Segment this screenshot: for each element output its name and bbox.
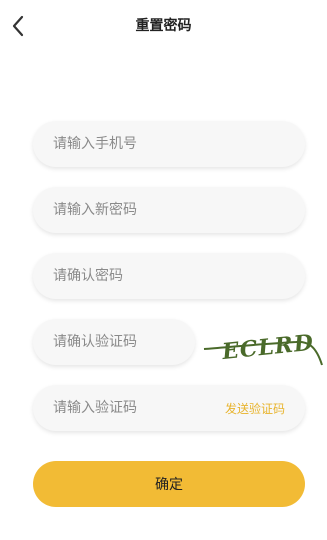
page-title: 重置密码 [135, 18, 192, 34]
captcha-image[interactable]: ECLRD [200, 320, 324, 368]
send-code-button[interactable]: 发送验证码 [225, 385, 285, 431]
captcha-field-container [33, 319, 195, 365]
nav-bar: 重置密码 [0, 0, 327, 52]
confirm-password-field-container [33, 253, 305, 299]
captcha-text: ECLRD [220, 330, 315, 366]
phone-input[interactable] [33, 121, 305, 167]
new-password-input[interactable] [33, 187, 305, 233]
confirm-button[interactable]: 确定 [33, 461, 305, 507]
phone-field-container [33, 121, 305, 167]
reset-password-screen: 重置密码 ECLRD 发送验证码 确定 [0, 0, 327, 540]
confirm-password-input[interactable] [33, 253, 305, 299]
sms-code-field-container: 发送验证码 [33, 385, 305, 431]
sms-code-input[interactable] [33, 385, 203, 431]
captcha-input[interactable] [33, 319, 195, 365]
new-password-field-container [33, 187, 305, 233]
